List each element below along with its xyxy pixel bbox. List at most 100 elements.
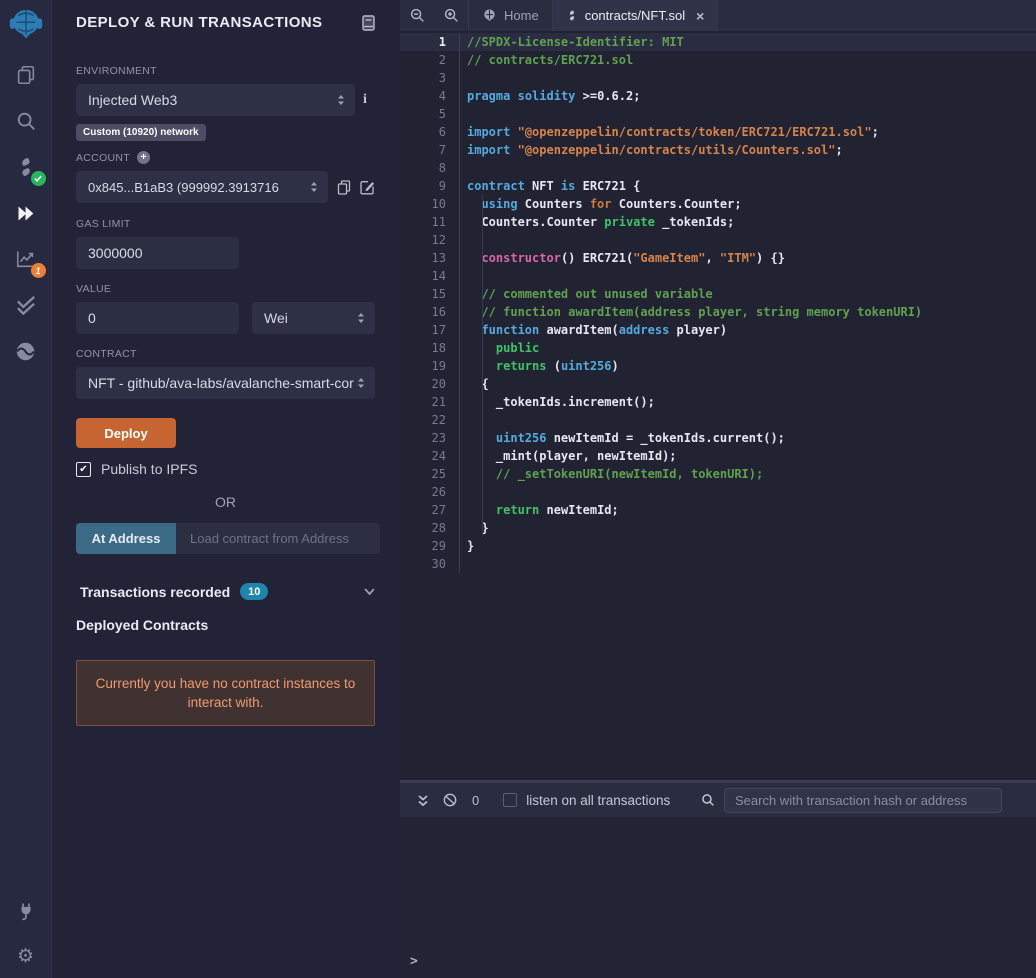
code-line[interactable]: 9contract NFT is ERC721 { [400,177,1036,195]
line-number: 28 [400,519,460,537]
line-number: 18 [400,339,460,357]
terminal-output[interactable]: > [400,817,1036,978]
statistics-button[interactable]: 1 [0,236,52,282]
sign-message-icon[interactable] [360,180,375,195]
code-line[interactable]: 4pragma solidity >=0.6.2; [400,87,1036,105]
code-line[interactable]: 12 [400,231,1036,249]
zoom-in-button[interactable] [434,0,468,31]
account-label: ACCOUNT [76,152,130,164]
code-text: //SPDX-License-Identifier: MIT [460,33,684,51]
deploy-run-button[interactable] [0,190,52,236]
code-line[interactable]: 22 [400,411,1036,429]
code-lines: 1//SPDX-License-Identifier: MIT2// contr… [400,31,1036,573]
code-text: // commented out unused variable [460,285,713,303]
editor-tabbar: Home contracts/NFT.sol × [400,0,1036,31]
copy-account-icon[interactable] [337,180,351,195]
code-line[interactable]: 6import "@openzeppelin/contracts/token/E… [400,123,1036,141]
file-explorer-button[interactable] [0,52,52,98]
code-line[interactable]: 23 uint256 newItemId = _tokenIds.current… [400,429,1036,447]
select-caret-icon [310,181,318,193]
code-line[interactable]: 17 function awardItem(address player) [400,321,1036,339]
code-line[interactable]: 14 [400,267,1036,285]
code-line[interactable]: 2// contracts/ERC721.sol [400,51,1036,69]
add-account-icon[interactable]: + [137,151,150,164]
code-line[interactable]: 29} [400,537,1036,555]
remix-home-icon [482,8,497,23]
contract-select[interactable]: NFT - github/ava-labs/avalanche-smart-co… [76,367,375,399]
line-number: 10 [400,195,460,213]
clear-console-button[interactable] [436,793,464,807]
code-text [460,411,467,429]
code-line[interactable]: 20 { [400,375,1036,393]
gas-limit-input[interactable] [76,237,239,269]
account-select[interactable]: 0x845...B1aB3 (999992.3913716 [76,171,328,203]
publish-ipfs-checkbox[interactable]: ✔ [76,462,91,477]
code-text: } [460,519,489,537]
tab-contracts-nft-sol[interactable]: contracts/NFT.sol × [553,0,719,31]
code-line[interactable]: 10 using Counters for Counters.Counter; [400,195,1036,213]
code-line[interactable]: 8 [400,159,1036,177]
search-icon [15,110,37,132]
debugger-button[interactable] [0,328,52,374]
code-line[interactable]: 16 // function awardItem(address player,… [400,303,1036,321]
listen-transactions-checkbox[interactable] [503,793,517,807]
code-line[interactable]: 25 // _setTokenURI(newItemId, tokenURI); [400,465,1036,483]
code-text: function awardItem(address player) [460,321,727,339]
deploy-run-panel: DEPLOY & RUN TRANSACTIONS ENVIRONMENT In… [52,0,400,978]
line-number: 25 [400,465,460,483]
at-address-input[interactable] [176,523,380,554]
tab-home[interactable]: Home [468,0,553,31]
code-text: uint256 newItemId = _tokenIds.current(); [460,429,785,447]
environment-info-icon[interactable]: i [355,92,375,108]
terminal-search-input[interactable] [724,788,1002,813]
value-unit-select[interactable]: Wei [252,302,375,334]
code-line[interactable]: 11 Counters.Counter private _tokenIds; [400,213,1036,231]
tab-nft-label: contracts/NFT.sol [585,8,685,23]
code-line[interactable]: 1//SPDX-License-Identifier: MIT [400,33,1036,51]
close-tab-icon[interactable]: × [696,9,704,23]
at-address-button[interactable]: At Address [76,523,176,554]
remix-logo [0,0,52,52]
code-line[interactable]: 28 } [400,519,1036,537]
line-number: 2 [400,51,460,69]
code-text: // contracts/ERC721.sol [460,51,633,69]
code-line[interactable]: 18 public [400,339,1036,357]
panel-title: DEPLOY & RUN TRANSACTIONS [76,14,322,31]
code-line[interactable]: 7import "@openzeppelin/contracts/utils/C… [400,141,1036,159]
code-line[interactable]: 27 return newItemId; [400,501,1036,519]
plugin-manager-button[interactable] [0,888,52,934]
code-text: // _setTokenURI(newItemId, tokenURI); [460,465,763,483]
ban-icon [443,793,457,807]
publish-ipfs-label: Publish to IPFS [101,461,198,477]
code-line[interactable]: 15 // commented out unused variable [400,285,1036,303]
search-button[interactable] [0,98,52,144]
code-line[interactable]: 26 [400,483,1036,501]
transactions-recorded-toggle[interactable]: Transactions recorded 10 [76,583,375,600]
code-line[interactable]: 21 _tokenIds.increment(); [400,393,1036,411]
double-chevron-down-icon [417,794,429,807]
documentation-icon[interactable] [362,15,375,31]
code-text [460,159,467,177]
file-explorer-icon [15,64,37,86]
settings-button[interactable]: ⚙ [0,934,52,978]
code-line[interactable]: 19 returns (uint256) [400,357,1036,375]
environment-select[interactable]: Injected Web3 [76,84,355,116]
unit-testing-button[interactable] [0,282,52,328]
code-line[interactable]: 30 [400,555,1036,573]
gear-icon: ⚙ [17,947,34,966]
code-line[interactable]: 24 _mint(player, newItemId); [400,447,1036,465]
expand-terminal-button[interactable] [410,794,436,807]
line-number: 22 [400,411,460,429]
zoom-out-button[interactable] [400,0,434,31]
line-number: 27 [400,501,460,519]
line-number: 5 [400,105,460,123]
line-number: 23 [400,429,460,447]
solidity-compiler-button[interactable] [0,144,52,190]
value-input[interactable] [76,302,239,334]
code-line[interactable]: 5 [400,105,1036,123]
chevron-down-icon [364,588,375,596]
code-line[interactable]: 3 [400,69,1036,87]
code-line[interactable]: 13 constructor() ERC721("GameItem", "ITM… [400,249,1036,267]
code-editor[interactable]: 1//SPDX-License-Identifier: MIT2// contr… [400,31,1036,780]
deploy-button[interactable]: Deploy [76,418,176,448]
